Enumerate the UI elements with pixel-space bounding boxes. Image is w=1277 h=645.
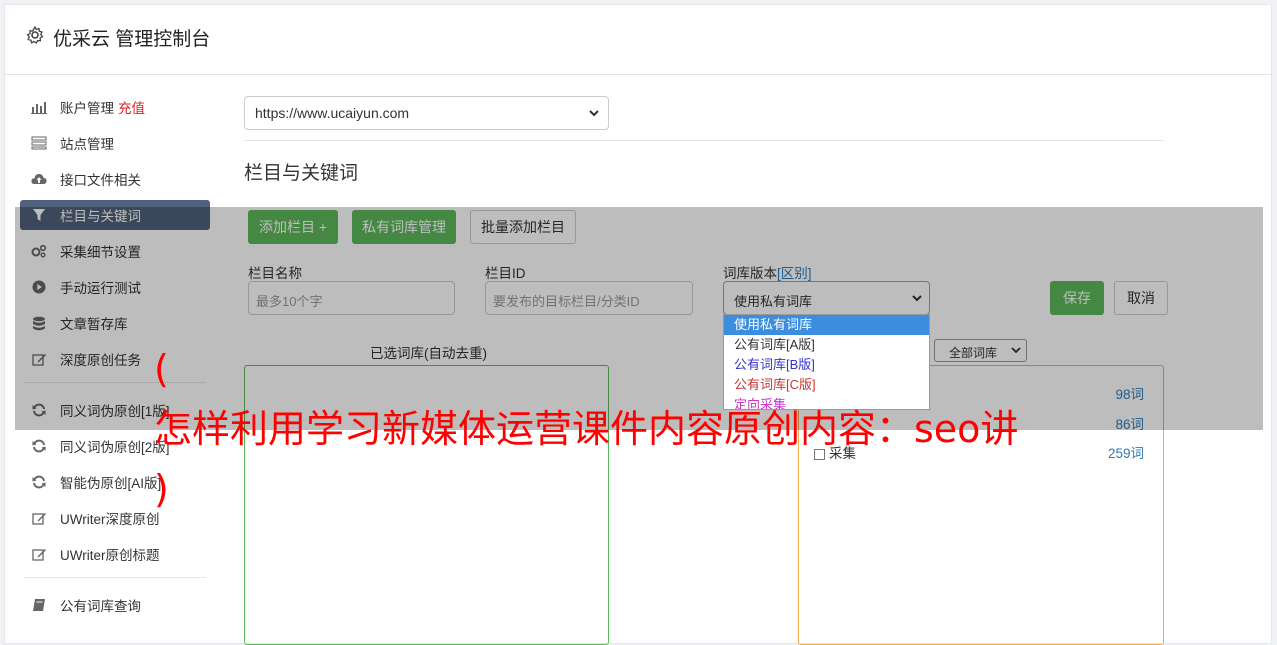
site-select-value: https://www.ucaiyun.com: [255, 105, 410, 121]
cloud-upload-icon: [31, 171, 47, 187]
section-title: 栏目与关键词: [244, 163, 359, 184]
gear-icon: [26, 25, 44, 44]
sidebar-item-public-lib[interactable]: 公有词库查询: [20, 590, 210, 620]
sidebar-item-label: UWriter原创标题: [60, 548, 160, 563]
sidebar-item-ai-rewrite[interactable]: 智能伪原创[AI版]: [20, 467, 210, 497]
header: 优采云 管理控制台: [5, 5, 1271, 75]
sidebar-divider: [24, 577, 206, 578]
lib-count: 259词: [1107, 446, 1144, 461]
sidebar-item-sites[interactable]: 站点管理: [20, 128, 210, 158]
sidebar-item-label: 接口文件相关: [60, 173, 141, 188]
refresh-icon: [31, 438, 47, 454]
refresh-icon: [31, 474, 47, 490]
sidebar-item-interface[interactable]: 接口文件相关: [20, 164, 210, 194]
sidebar-item-label: UWriter深度原创: [60, 512, 160, 527]
site-select[interactable]: https://www.ucaiyun.com: [244, 96, 609, 130]
sidebar-item-account[interactable]: 账户管理 充值: [20, 92, 210, 122]
dropdown-option[interactable]: 使用私有词库: [724, 315, 929, 335]
dropdown-option[interactable]: 公有词库[A版]: [724, 335, 929, 355]
watermark-close: ): [154, 467, 169, 511]
edit-icon: [31, 510, 47, 526]
screen-overlay: [15, 207, 1263, 430]
lib-version-dropdown[interactable]: 使用私有词库 公有词库[A版] 公有词库[B版] 公有词库[C版] 定向采集: [723, 314, 930, 410]
chevron-down-icon: [589, 110, 599, 117]
bar-chart-icon: [31, 99, 47, 115]
watermark-open: (: [154, 347, 169, 391]
edit-icon: [31, 546, 47, 562]
watermark-text: 怎样利用学习新媒体运营课件内容原创内容：seo讲: [154, 407, 1019, 451]
dropdown-option[interactable]: 公有词库[C版]: [724, 375, 929, 395]
divider: [244, 140, 1164, 141]
sidebar-item-label: 账户管理: [60, 101, 114, 116]
book-icon: [31, 597, 47, 613]
dropdown-option[interactable]: 公有词库[B版]: [724, 355, 929, 375]
page-title: 优采云 管理控制台: [53, 29, 211, 50]
sidebar-item-label: 站点管理: [60, 137, 114, 152]
sidebar-item-label: 公有词库查询: [60, 599, 141, 614]
recharge-link[interactable]: 充值: [118, 97, 145, 117]
sidebar-item-label: 智能伪原创[AI版]: [60, 476, 162, 491]
sidebar-item-uwriter-deep[interactable]: UWriter深度原创: [20, 503, 210, 533]
sidebar-item-uwriter-title[interactable]: UWriter原创标题: [20, 539, 210, 569]
server-icon: [31, 135, 47, 151]
